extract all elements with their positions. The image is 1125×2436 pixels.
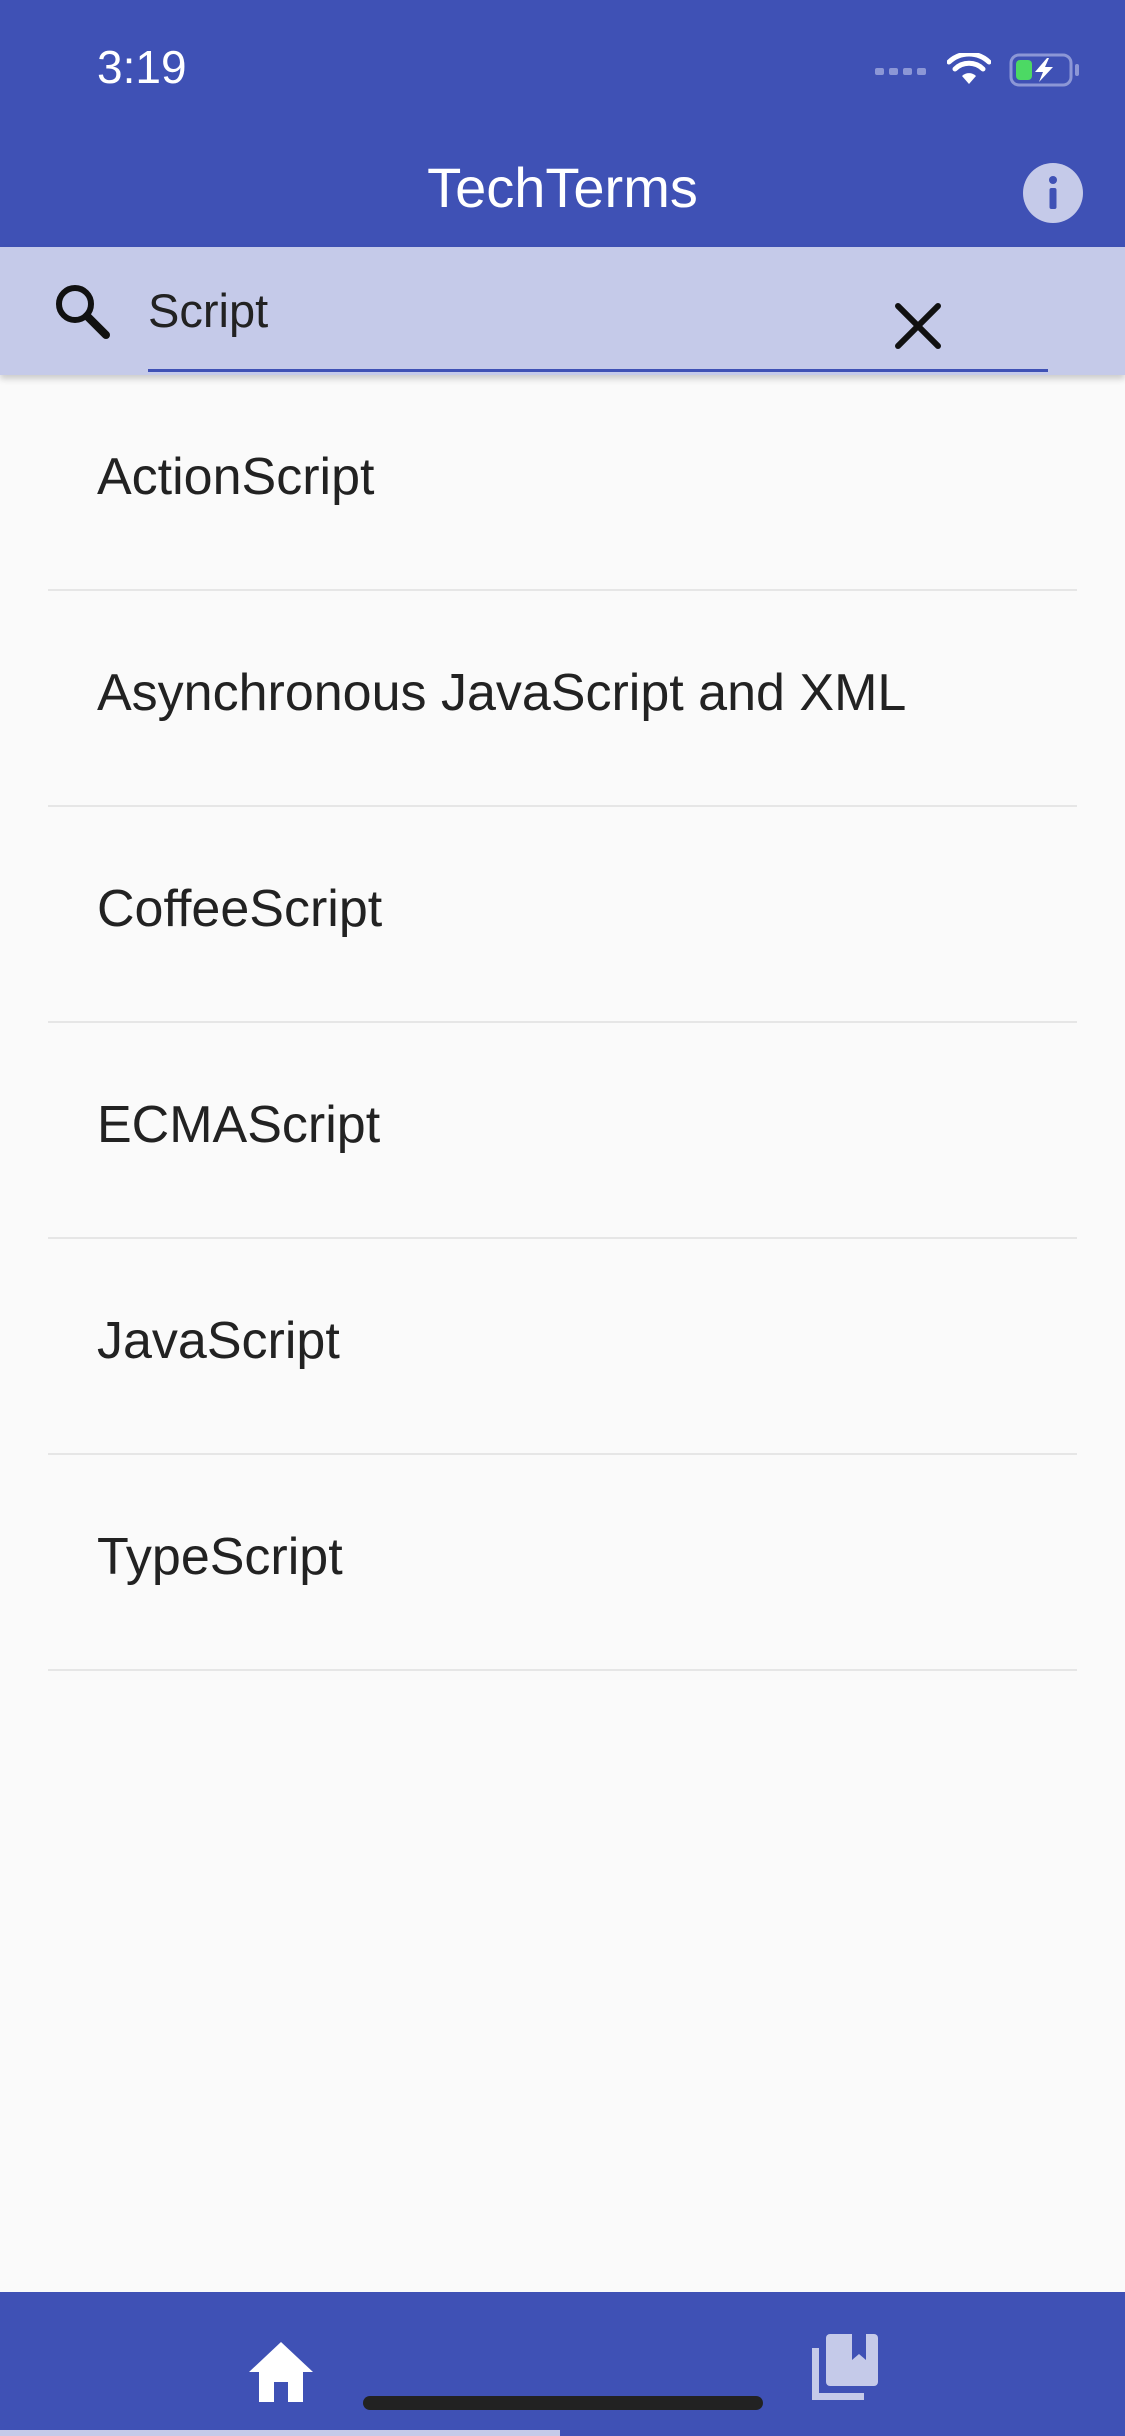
status-time: 3:19 (97, 41, 187, 93)
nav-library-button[interactable] (804, 2328, 884, 2408)
home-indicator[interactable] (363, 2396, 763, 2410)
list-item[interactable]: Asynchronous JavaScript and XML (0, 591, 1125, 807)
results-list: ActionScript Asynchronous JavaScript and… (0, 375, 1125, 1671)
list-item-label: JavaScript (97, 1312, 340, 1370)
list-item-label: CoffeeScript (97, 880, 383, 938)
app-bar: TechTerms (0, 135, 1125, 247)
status-icons (875, 45, 1081, 95)
battery-charging-icon (1009, 53, 1079, 87)
info-icon (1023, 163, 1083, 223)
list-item[interactable]: JavaScript (0, 1239, 1125, 1455)
search-input[interactable] (148, 275, 848, 345)
clear-search-button[interactable] (884, 292, 952, 360)
library-bookmarks-icon (812, 2334, 878, 2400)
bottom-navigation (0, 2292, 1125, 2436)
search-icon (50, 279, 114, 343)
divider (48, 1669, 1077, 1671)
nav-active-indicator (0, 2430, 560, 2436)
wifi-icon (947, 53, 991, 84)
search-underline (148, 369, 1048, 372)
search-bar (0, 247, 1125, 375)
list-item-label: TypeScript (97, 1528, 343, 1586)
list-item[interactable]: ActionScript (0, 375, 1125, 591)
list-item[interactable]: CoffeeScript (0, 807, 1125, 1023)
list-item[interactable]: ECMAScript (0, 1023, 1125, 1239)
list-item-label: ECMAScript (97, 1096, 381, 1154)
info-button[interactable] (1023, 163, 1083, 223)
list-item-label: ActionScript (97, 448, 375, 506)
app-title: TechTerms (427, 156, 698, 219)
list-item-label: Asynchronous JavaScript and XML (97, 664, 907, 722)
list-item[interactable]: TypeScript (0, 1455, 1125, 1671)
close-icon (895, 303, 941, 349)
status-bar: 3:19 (0, 0, 1125, 135)
nav-home-button[interactable] (241, 2332, 321, 2412)
cellular-signal-icon (875, 68, 926, 75)
home-icon (249, 2342, 313, 2402)
